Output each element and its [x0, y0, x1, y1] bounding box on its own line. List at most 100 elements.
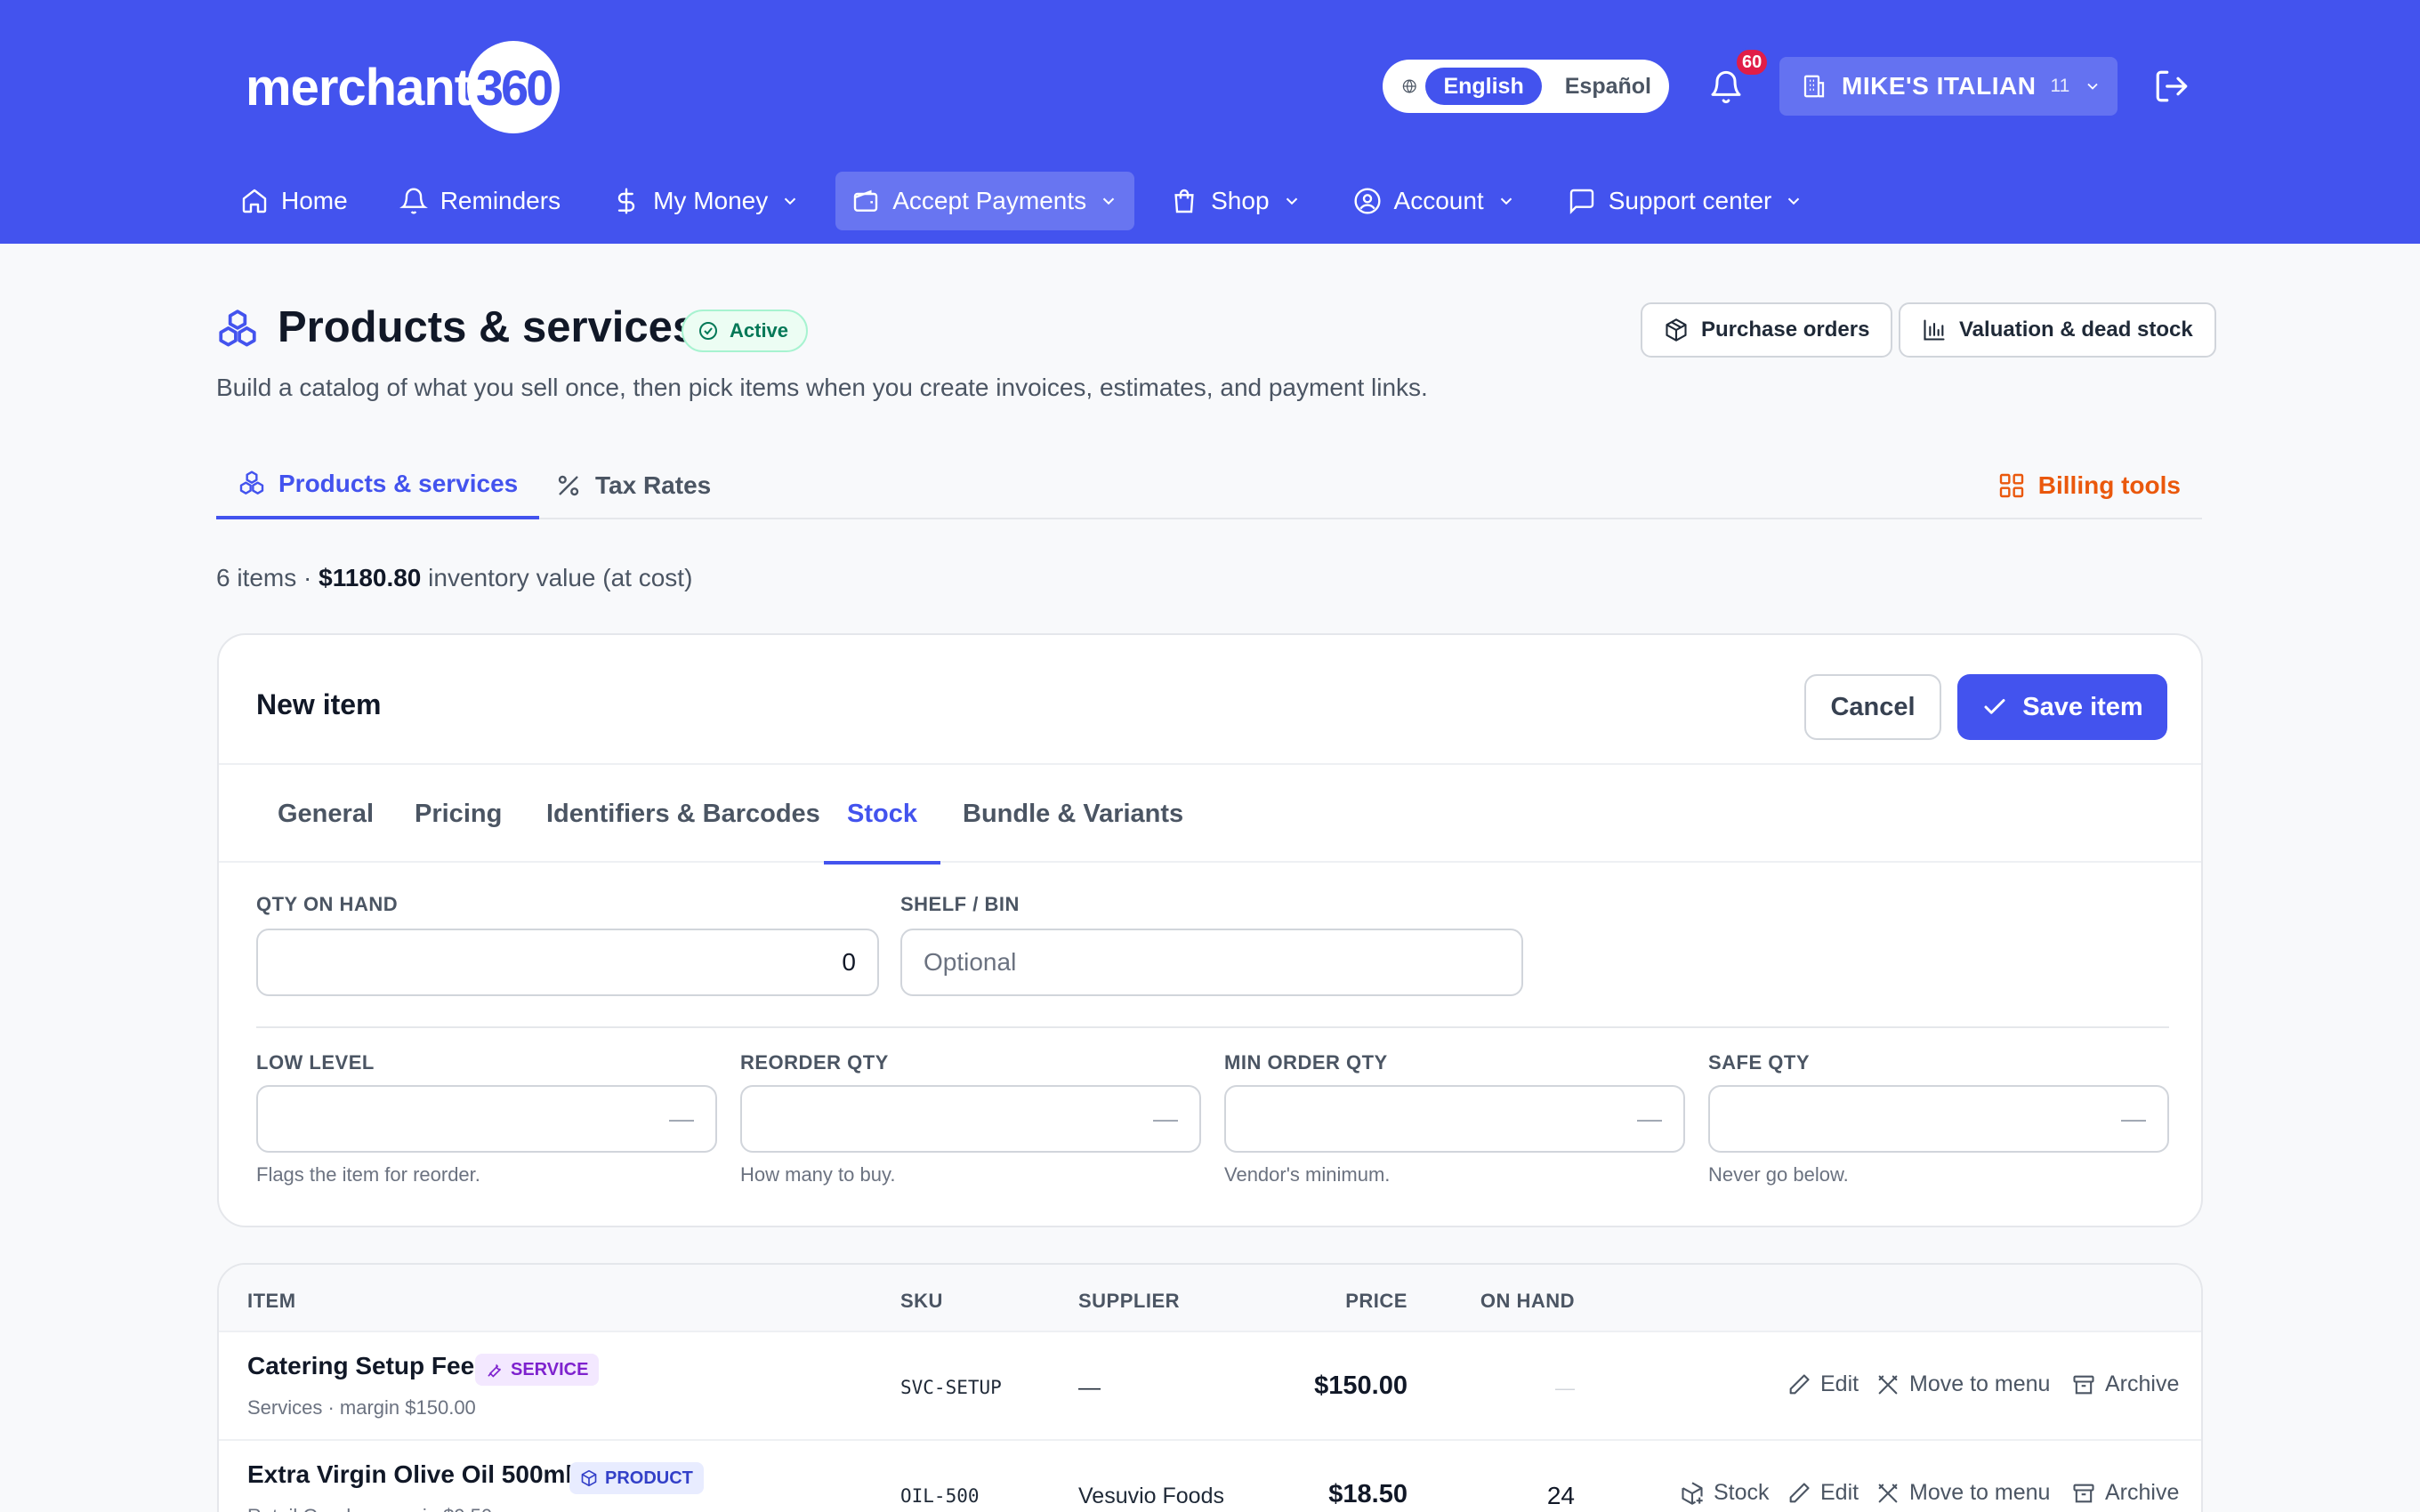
utensils-crossed-icon [1878, 1484, 1898, 1502]
item-sku: SVC-SETUP [900, 1377, 1002, 1398]
package-icon [1666, 318, 1687, 342]
main-nav: Home Reminders My Money Accept Payments … [224, 172, 1839, 230]
language-spanish-button[interactable]: Español [1542, 74, 1669, 100]
chevron-down-icon [1102, 197, 1115, 205]
language-english-button[interactable]: English [1425, 68, 1542, 105]
item-category: Services · margin $150.00 [247, 1396, 476, 1419]
tab-bundle-variants[interactable]: Bundle & Variants [963, 765, 1183, 863]
tab-pricing[interactable]: Pricing [415, 765, 502, 863]
billing-tools-button[interactable]: Billing tools [1997, 452, 2181, 519]
new-item-card: New item Cancel Save item General Pricin… [217, 633, 2203, 1227]
utensils-crossed-icon [1878, 1375, 1898, 1394]
home-icon [242, 189, 267, 213]
items-table: ITEM SKU SUPPLIER PRICE ON HAND Catering… [217, 1263, 2203, 1512]
safe-qty-help: Never go below. [1708, 1163, 1849, 1186]
qty-on-hand-label: QTY ON HAND [256, 893, 399, 915]
chevron-down-icon [1788, 197, 1800, 205]
boxes-icon [239, 470, 264, 495]
merchant-name: MIKE'S ITALIAN [1842, 72, 2037, 100]
top-header: merchant 360 English Español 60 MIKE'S I… [0, 0, 2420, 244]
language-switcher: English Español [1383, 60, 1669, 113]
item-on-hand: — [1555, 1377, 1575, 1399]
package-icon [581, 1469, 597, 1487]
valuation-dead-stock-button[interactable]: Valuation & dead stock [1899, 302, 2216, 358]
card-title: New item [256, 688, 382, 720]
logout-icon[interactable] [2153, 68, 2190, 105]
chevron-down-icon [785, 197, 796, 205]
nav-home[interactable]: Home [224, 172, 364, 230]
pencil-icon [1789, 1482, 1810, 1502]
archive-button[interactable]: Archive [2071, 1371, 2179, 1397]
archive-button[interactable]: Archive [2071, 1480, 2179, 1506]
wrench-icon [488, 1363, 502, 1378]
archive-icon [2073, 1375, 2094, 1394]
grid-icon [1999, 473, 2023, 498]
col-sku: SKU [900, 1290, 943, 1312]
tab-products-services[interactable]: Products & services [216, 452, 540, 519]
percent-icon [558, 475, 579, 496]
item-sku: OIL-500 [900, 1485, 980, 1507]
nav-shop[interactable]: Shop [1154, 172, 1317, 230]
tab-identifiers-barcodes[interactable]: Identifiers & Barcodes [546, 765, 820, 863]
bar-chart-icon [1924, 319, 1945, 341]
nav-my-money[interactable]: My Money [596, 172, 816, 230]
edit-button[interactable]: Edit [1787, 1371, 1859, 1397]
merchant-switcher[interactable]: MIKE'S ITALIAN 11 [1779, 57, 2118, 116]
merchant360-logo[interactable]: merchant 360 [246, 41, 561, 133]
stock-button[interactable]: Stock [1680, 1480, 1770, 1506]
item-type-badge: PRODUCT [569, 1462, 704, 1494]
table-row[interactable]: Extra Virgin Olive Oil 500ml PRODUCT Ret… [219, 1441, 2201, 1512]
safe-qty-input[interactable] [1708, 1085, 2169, 1153]
shelf-bin-label: SHELF / BIN [900, 893, 1020, 915]
low-level-help: Flags the item for reorder. [256, 1163, 480, 1186]
min-order-qty-help: Vendor's minimum. [1224, 1163, 1391, 1186]
qty-on-hand-input[interactable] [256, 929, 879, 996]
nav-support-center[interactable]: Support center [1552, 172, 1820, 230]
notifications-bell-icon[interactable] [1708, 69, 1744, 105]
nav-account[interactable]: Account [1337, 172, 1532, 230]
purchase-orders-button[interactable]: Purchase orders [1641, 302, 1893, 358]
item-price: $18.50 [1328, 1480, 1408, 1508]
tab-tax-rates[interactable]: Tax Rates [554, 452, 711, 519]
package-plus-icon [1682, 1481, 1703, 1505]
tab-stock[interactable]: Stock [824, 765, 940, 865]
save-item-button[interactable]: Save item [1957, 674, 2167, 740]
tab-general[interactable]: General [278, 765, 374, 863]
col-supplier: SUPPLIER [1078, 1290, 1181, 1312]
table-header: ITEM SKU SUPPLIER PRICE ON HAND [219, 1265, 2201, 1332]
nav-reminders[interactable]: Reminders [383, 172, 577, 230]
page-tabs: Products & services Tax Rates Billing to… [216, 452, 2202, 519]
col-item: ITEM [247, 1290, 296, 1312]
shelf-bin-input[interactable] [900, 929, 1523, 996]
low-level-input[interactable] [256, 1085, 717, 1153]
table-row[interactable]: Catering Setup Fee SERVICE Services · ma… [219, 1332, 2201, 1441]
inventory-value: $1180.80 [319, 564, 422, 591]
edit-button[interactable]: Edit [1787, 1480, 1859, 1506]
status-badge: Active [682, 310, 809, 352]
item-supplier: Vesuvio Foods [1078, 1484, 1224, 1508]
nav-accept-payments[interactable]: Accept Payments [835, 172, 1135, 230]
user-circle-icon [1353, 188, 1381, 214]
check-icon [1984, 699, 2005, 714]
reorder-qty-input[interactable] [740, 1085, 1201, 1153]
page-subtitle: Build a catalog of what you sell once, t… [216, 374, 1428, 401]
shopping-bag-icon [1174, 189, 1194, 213]
pencil-icon [1789, 1373, 1810, 1394]
wallet-icon [854, 189, 878, 212]
low-level-label: LOW LEVEL [256, 1051, 375, 1074]
notifications-count-badge: 60 [1735, 48, 1770, 76]
safe-qty-label: SAFE QTY [1708, 1051, 1811, 1074]
archive-icon [2073, 1484, 2094, 1502]
page-title: Products & services [278, 303, 698, 351]
move-to-menu-button[interactable]: Move to menu [1876, 1480, 2050, 1506]
message-square-icon [1569, 189, 1593, 214]
min-order-qty-input[interactable] [1224, 1085, 1685, 1153]
item-price: $150.00 [1314, 1371, 1408, 1400]
move-to-menu-button[interactable]: Move to menu [1876, 1371, 2050, 1397]
item-category: Retail Goods · margin $9.50 [247, 1505, 492, 1512]
item-supplier: — [1078, 1375, 1101, 1400]
card-header: New item Cancel Save item [219, 635, 2201, 765]
inventory-summary: 6 items · $1180.80 inventory value (at c… [216, 564, 693, 591]
cancel-button[interactable]: Cancel [1804, 674, 1941, 740]
item-on-hand: 24 [1546, 1482, 1575, 1509]
